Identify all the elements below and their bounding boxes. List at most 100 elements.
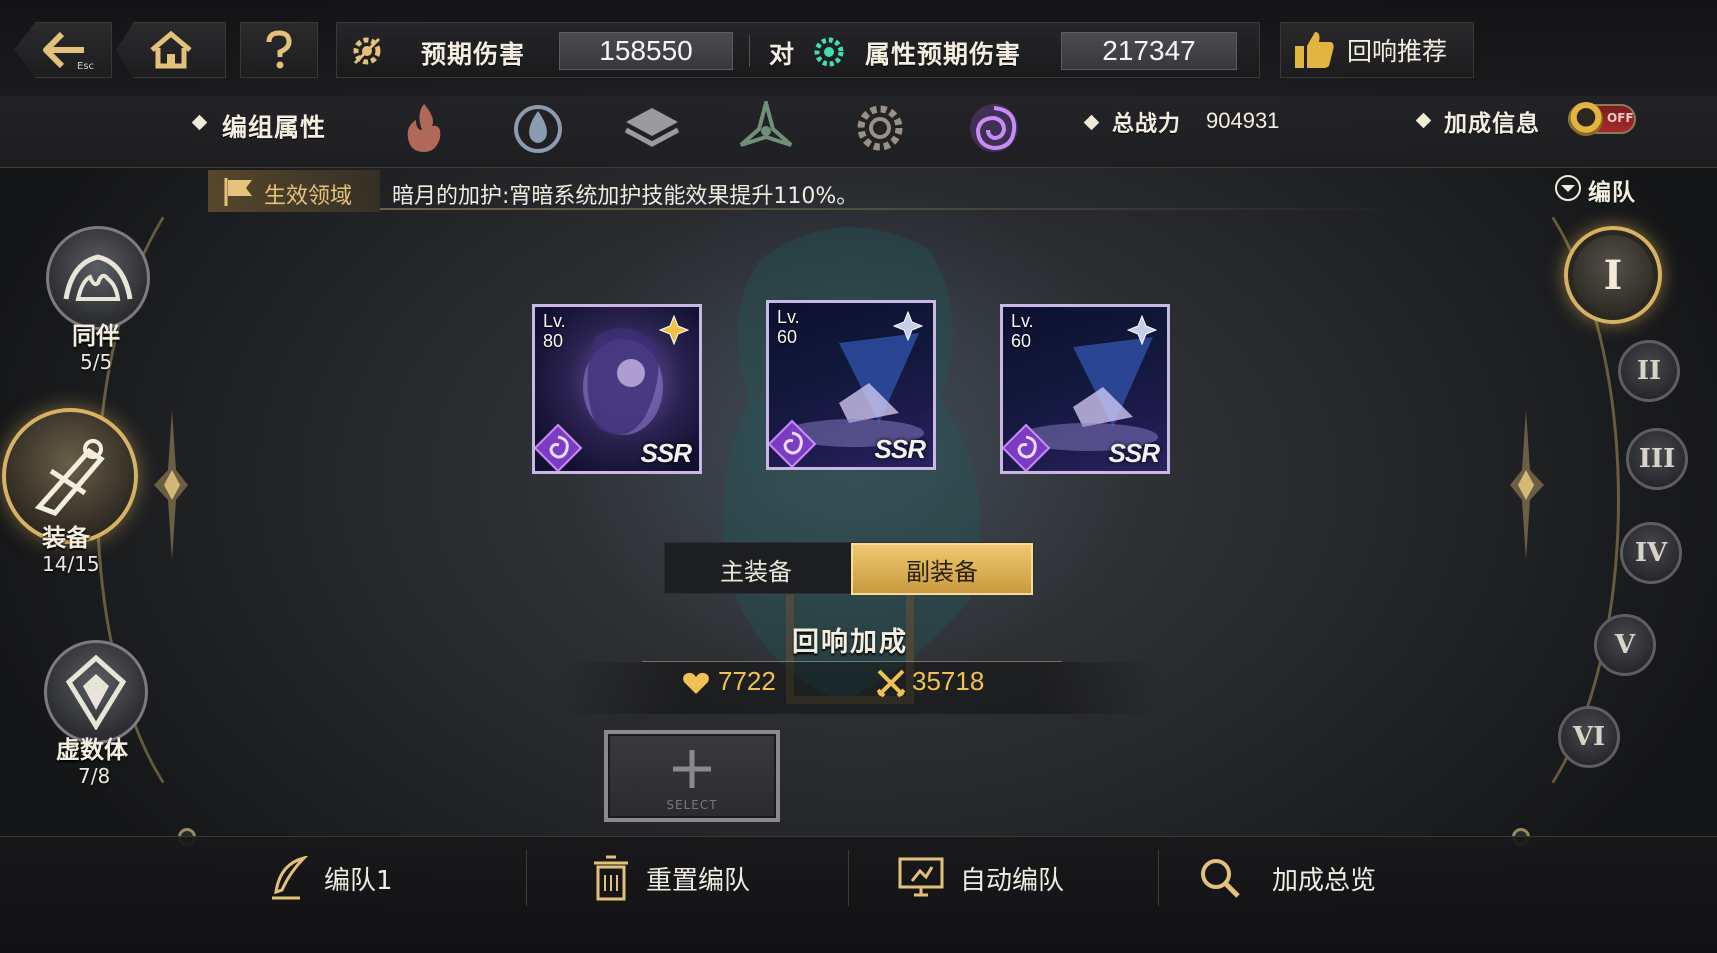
equipment-card-1[interactable]: Lv. 80 SSR [532, 304, 702, 474]
trash-icon [594, 855, 628, 901]
heart-icon [683, 672, 709, 694]
light-element-button[interactable] [848, 96, 912, 160]
active-domain-tag: 生效领域 [208, 170, 380, 212]
bonus-overview-button[interactable]: 加成总览 [1198, 850, 1376, 906]
nature-element-button[interactable] [734, 96, 798, 160]
search-icon [1201, 859, 1240, 898]
dark-element-button[interactable] [962, 96, 1026, 160]
equipment-tab-bar: 主装备 副装备 [664, 542, 1034, 595]
help-button[interactable] [240, 22, 318, 78]
equipment-icon [34, 439, 105, 516]
echo-atk-value: 35718 [912, 666, 985, 696]
toggle-knob [1569, 102, 1603, 136]
home-button[interactable] [116, 22, 226, 78]
attribute-damage-label: 属性预期伤害 [865, 40, 1022, 69]
equipment-label: 装备 [42, 524, 90, 552]
fire-element-button[interactable] [392, 96, 456, 160]
squad-button-6[interactable]: VI [1558, 706, 1620, 768]
tab-sub-equipment[interactable]: 副装备 [851, 543, 1033, 595]
bonus-info-label: 加成信息 [1444, 111, 1540, 137]
toggle-state-label: OFF [1607, 111, 1634, 125]
card-rarity: SSR [640, 438, 692, 468]
total-power-value: 904931 [1206, 108, 1280, 133]
water-element-button[interactable] [506, 96, 570, 160]
dark-element-badge-icon [535, 423, 583, 471]
echo-recommend-button[interactable]: 回响推荐 [1280, 22, 1474, 78]
question-icon [266, 30, 292, 69]
domain-effect-text: 暗月的加护:宵暗系统加护技能效果提升110%。 [392, 184, 859, 209]
separator [749, 35, 750, 67]
thumbs-up-icon [1295, 32, 1334, 68]
earth-element-button[interactable] [620, 96, 684, 160]
active-domain-label: 生效领域 [264, 184, 353, 209]
squad-label: 编队 [1588, 180, 1636, 206]
echo-divider [642, 661, 1062, 662]
echo-recommend-label: 回响推荐 [1347, 37, 1448, 66]
add-equipment-slot[interactable]: SELECT [604, 730, 780, 822]
echo-stats-band [560, 662, 1160, 714]
esc-label: Esc [77, 61, 95, 72]
flag-icon [224, 178, 252, 206]
card-rarity: SSR [874, 434, 926, 464]
attribute-damage-value: 217347 [1061, 32, 1237, 70]
imaginary-body-count: 7/8 [78, 764, 111, 788]
card-rarity: SSR [1108, 438, 1160, 468]
echo-bonus-title: 回响加成 [792, 627, 908, 658]
card-level: Lv. 60 [777, 307, 800, 347]
plus-icon [673, 750, 711, 788]
expected-damage-value: 158550 [559, 32, 733, 70]
squad-button-1[interactable]: I [1564, 226, 1662, 324]
monitor-icon [898, 857, 944, 897]
squad-name-label: 编队1 [324, 865, 393, 896]
effect-underline [380, 208, 1420, 210]
imaginary-body-icon [65, 654, 127, 730]
dark-spiral-icon [970, 104, 1018, 152]
fire-icon [407, 104, 441, 152]
quill-pen-icon [272, 856, 308, 900]
nature-icon [739, 101, 793, 147]
imaginary-body-label: 虚数体 [56, 736, 128, 764]
squad-button-3[interactable]: III [1626, 428, 1688, 490]
damage-panel: 预期伤害 158550 对 属性预期伤害 217347 [336, 22, 1260, 78]
water-icon [514, 105, 562, 153]
squad-button-4[interactable]: IV [1620, 522, 1682, 584]
separator [526, 850, 527, 906]
imaginary-body-nav-button[interactable] [44, 640, 148, 744]
companion-label: 同伴 [72, 322, 120, 350]
home-icon [150, 30, 192, 69]
separator [848, 850, 849, 906]
echo-hp-value: 7722 [718, 666, 776, 696]
squad-button-2[interactable]: II [1618, 340, 1680, 402]
tab-main-equipment[interactable]: 主装备 [665, 543, 847, 595]
bottom-bar [0, 836, 1717, 953]
equipment-card-3[interactable]: Lv. 60 SSR [1000, 304, 1170, 474]
vs-label: 对 [769, 40, 796, 69]
reset-squad-label: 重置编队 [646, 865, 751, 896]
equipment-count: 14/15 [42, 552, 100, 576]
star-icon [893, 311, 923, 341]
companion-count: 5/5 [80, 350, 113, 374]
reset-squad-button[interactable]: 重置编队 [592, 850, 750, 906]
light-gear-icon [857, 105, 903, 151]
select-label: SELECT [666, 798, 718, 812]
group-attribute-label: 编组属性 [222, 113, 327, 142]
left-ornament-icon [154, 410, 188, 560]
star-icon [1127, 315, 1157, 345]
damage-settings-button[interactable] [343, 29, 391, 73]
crossed-swords-icon [876, 669, 906, 698]
card-level: Lv. 60 [1011, 311, 1034, 351]
rename-squad-button[interactable]: 编队1 [270, 850, 393, 906]
total-power-label: 总战力 [1112, 112, 1182, 137]
squad-button-5[interactable]: V [1594, 614, 1656, 676]
equipment-card-2[interactable]: Lv. 60 SSR [766, 300, 936, 470]
dark-element-badge-icon [1003, 423, 1051, 471]
dark-element-badge-icon [769, 419, 817, 467]
companion-icon [63, 254, 133, 301]
right-ornament-icon [1510, 410, 1544, 560]
auto-squad-button[interactable]: 自动编队 [898, 850, 1064, 906]
expected-damage-label: 预期伤害 [421, 40, 526, 69]
separator [1158, 850, 1159, 906]
card-level: Lv. 80 [543, 311, 566, 351]
companion-nav-button[interactable] [46, 226, 150, 330]
auto-squad-label: 自动编队 [960, 865, 1065, 896]
